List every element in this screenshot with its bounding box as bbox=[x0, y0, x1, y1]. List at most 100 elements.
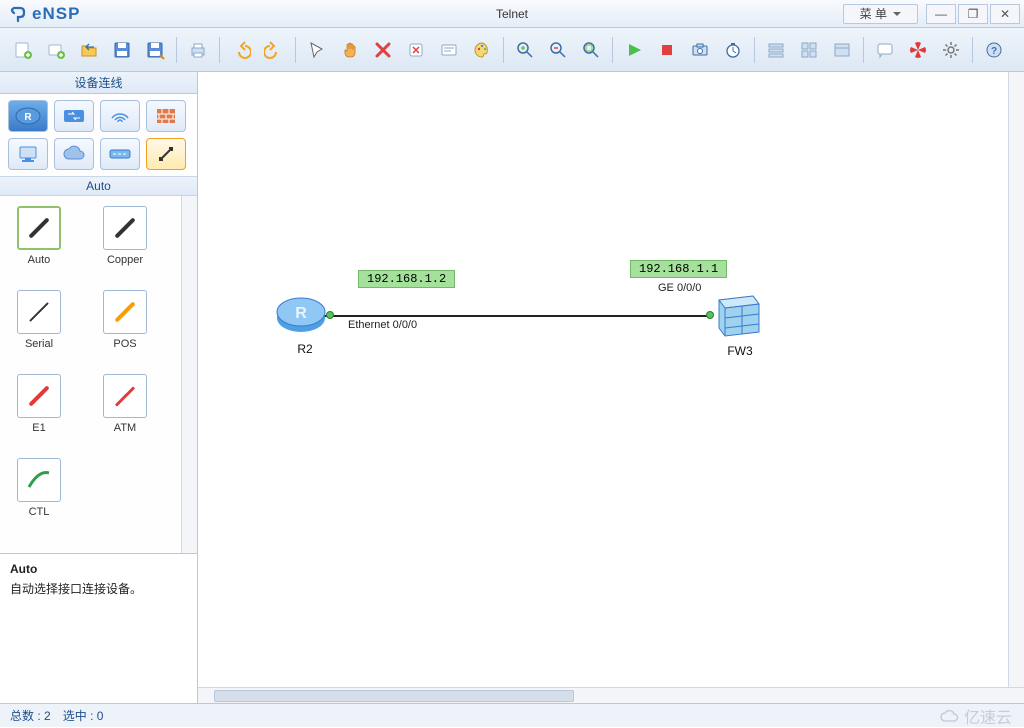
title-bar: eNSP Telnet 菜 单 — ❐ ✕ bbox=[0, 0, 1024, 28]
separator bbox=[219, 37, 220, 63]
iface-label-r2: Ethernet 0/0/0 bbox=[348, 319, 417, 331]
canvas-vscrollbar[interactable] bbox=[1008, 72, 1024, 687]
text-button[interactable] bbox=[434, 35, 464, 65]
help-button[interactable]: ? bbox=[979, 35, 1009, 65]
maximize-button[interactable]: ❐ bbox=[958, 4, 988, 24]
zoom-in-button[interactable] bbox=[510, 35, 540, 65]
separator bbox=[176, 37, 177, 63]
settings-button[interactable] bbox=[936, 35, 966, 65]
cloud-icon bbox=[938, 707, 960, 725]
canvas-hscrollbar[interactable] bbox=[198, 687, 1024, 703]
node-r2[interactable]: R bbox=[273, 290, 329, 343]
canvas-wrap: R 192.168.1.2 Ethernet 0/0/0 R2 192.168.… bbox=[198, 72, 1024, 703]
capture-button[interactable] bbox=[685, 35, 715, 65]
status-colon: : bbox=[34, 709, 44, 723]
huawei-button[interactable] bbox=[903, 35, 933, 65]
delete-button[interactable] bbox=[368, 35, 398, 65]
device-ctl[interactable]: CTL bbox=[10, 458, 68, 518]
svg-text:R: R bbox=[24, 112, 32, 123]
iface-label-fw3: GE 0/0/0 bbox=[658, 282, 701, 294]
device-auto[interactable]: Auto bbox=[10, 206, 68, 266]
pan-button[interactable] bbox=[335, 35, 365, 65]
titlebar-right: 菜 单 — ❐ ✕ bbox=[843, 4, 1020, 24]
device-label: POS bbox=[113, 338, 136, 350]
device-ctl-icon bbox=[17, 458, 61, 502]
device-label: ATM bbox=[114, 422, 136, 434]
device-label: Auto bbox=[28, 254, 51, 266]
zoom-fit-button[interactable] bbox=[576, 35, 606, 65]
cat-link[interactable] bbox=[146, 138, 186, 170]
device-auto-icon bbox=[17, 206, 61, 250]
layout-grid-button[interactable] bbox=[794, 35, 824, 65]
clear-button[interactable] bbox=[401, 35, 431, 65]
main-area: 设备连线 R Auto Auto Copper bbox=[0, 72, 1024, 703]
ip-label-fw3[interactable]: 192.168.1.1 bbox=[630, 260, 727, 278]
cat-cloud[interactable] bbox=[54, 138, 94, 170]
open-button[interactable] bbox=[74, 35, 104, 65]
node-fw3[interactable] bbox=[713, 294, 763, 343]
device-pos-icon bbox=[103, 290, 147, 334]
device-atm-icon bbox=[103, 374, 147, 418]
device-atm[interactable]: ATM bbox=[96, 374, 154, 434]
sidebar-subtitle: Auto bbox=[0, 176, 197, 196]
stop-button[interactable] bbox=[652, 35, 682, 65]
node-label-fw3[interactable]: FW3 bbox=[720, 344, 760, 358]
cat-pc[interactable] bbox=[8, 138, 48, 170]
device-e1[interactable]: E1 bbox=[10, 374, 68, 434]
start-button[interactable] bbox=[619, 35, 649, 65]
status-total-label: 总数 bbox=[10, 707, 34, 724]
zoom-out-button[interactable] bbox=[543, 35, 573, 65]
separator bbox=[612, 37, 613, 63]
cat-switch[interactable] bbox=[54, 100, 94, 132]
device-list-wrap: Auto Copper Serial POS E1 bbox=[0, 196, 197, 553]
ip-label-r2[interactable]: 192.168.1.2 bbox=[358, 270, 455, 288]
sidebar: 设备连线 R Auto Auto Copper bbox=[0, 72, 198, 703]
cat-hub[interactable] bbox=[100, 138, 140, 170]
layout-list-button[interactable] bbox=[761, 35, 791, 65]
status-bar: 总数 : 2 选中 : 0 亿速云 bbox=[0, 703, 1024, 727]
undo-button[interactable] bbox=[226, 35, 256, 65]
device-pos[interactable]: POS bbox=[96, 290, 154, 350]
minimize-button[interactable]: — bbox=[926, 4, 956, 24]
separator bbox=[503, 37, 504, 63]
description-text: 自动选择接口连接设备。 bbox=[10, 580, 187, 597]
svg-text:?: ? bbox=[991, 46, 997, 57]
watermark: 亿速云 bbox=[938, 704, 1012, 728]
separator bbox=[295, 37, 296, 63]
maximize-icon: ❐ bbox=[968, 7, 979, 21]
menu-button[interactable]: 菜 单 bbox=[843, 4, 918, 24]
palette-button[interactable] bbox=[467, 35, 497, 65]
link-r2-fw3[interactable] bbox=[318, 315, 713, 317]
description-panel: Auto 自动选择接口连接设备。 bbox=[0, 553, 197, 703]
timer-button[interactable] bbox=[718, 35, 748, 65]
sidebar-title: 设备连线 bbox=[0, 72, 197, 94]
separator bbox=[972, 37, 973, 63]
layout-panel-button[interactable] bbox=[827, 35, 857, 65]
save-button[interactable] bbox=[107, 35, 137, 65]
cat-router[interactable]: R bbox=[8, 100, 48, 132]
close-icon: ✕ bbox=[1000, 7, 1010, 21]
device-label: CTL bbox=[29, 506, 50, 518]
device-copper[interactable]: Copper bbox=[96, 206, 154, 266]
svg-text:R: R bbox=[295, 305, 307, 322]
router-icon: R bbox=[273, 290, 329, 338]
cat-wlan[interactable] bbox=[100, 100, 140, 132]
device-list: Auto Copper Serial POS E1 bbox=[0, 196, 181, 553]
print-button[interactable] bbox=[183, 35, 213, 65]
device-serial[interactable]: Serial bbox=[10, 290, 68, 350]
close-button[interactable]: ✕ bbox=[990, 4, 1020, 24]
save-as-button[interactable] bbox=[140, 35, 170, 65]
pointer-button[interactable] bbox=[302, 35, 332, 65]
node-label-r2[interactable]: R2 bbox=[290, 342, 320, 356]
sidebar-scrollbar[interactable] bbox=[181, 196, 197, 553]
status-selected-label: 选中 bbox=[63, 707, 87, 724]
new-device-button[interactable] bbox=[41, 35, 71, 65]
status-total-value: 2 bbox=[44, 709, 51, 723]
minimize-icon: — bbox=[935, 7, 947, 21]
redo-button[interactable] bbox=[259, 35, 289, 65]
new-topo-button[interactable] bbox=[8, 35, 38, 65]
topology-canvas[interactable]: R 192.168.1.2 Ethernet 0/0/0 R2 192.168.… bbox=[198, 72, 1024, 687]
cat-firewall[interactable] bbox=[146, 100, 186, 132]
hscroll-thumb[interactable] bbox=[214, 690, 574, 702]
message-button[interactable] bbox=[870, 35, 900, 65]
